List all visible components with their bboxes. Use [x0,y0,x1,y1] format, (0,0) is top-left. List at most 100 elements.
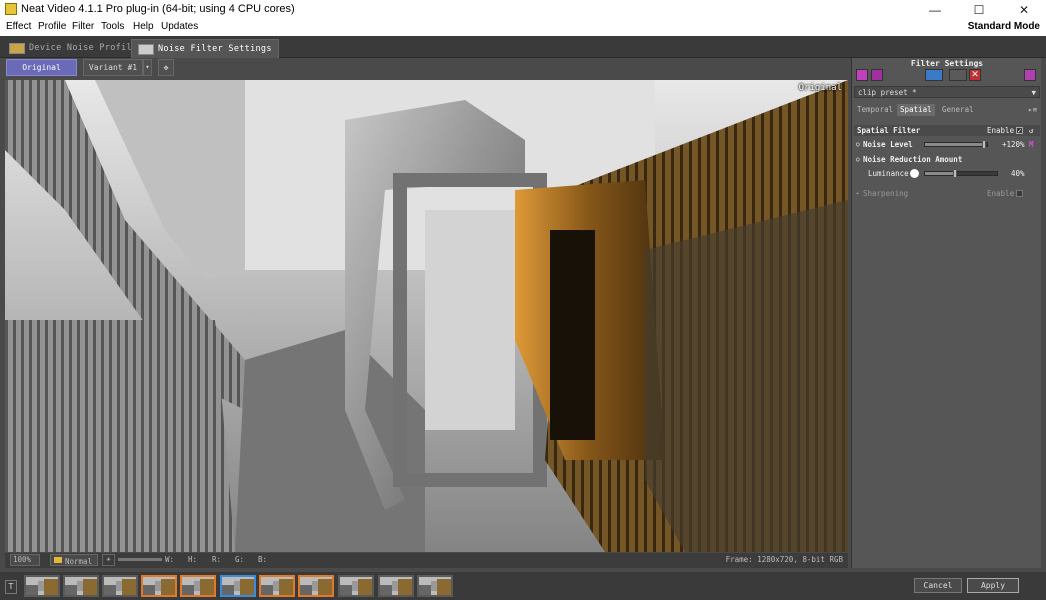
info-icon[interactable] [1024,69,1036,81]
menu-help[interactable]: Help [133,21,154,32]
viewer-status-bar: 100% Normal ☀ W: H: R: G: B: Frame: 1280… [5,553,848,568]
save-preset-icon[interactable] [871,69,883,81]
luminance-dot-icon [910,169,919,178]
nra-label: Noise Reduction Amount [863,155,963,164]
bullet-icon: ○ [856,156,860,163]
cancel-button[interactable]: Cancel [914,578,962,593]
menu-bar: Effect Profile Filter Tools Help Updates… [0,20,1046,36]
sharpening-label: Sharpening [863,189,909,198]
menu-profile[interactable]: Profile [38,21,66,32]
sharpening-enable-checkbox[interactable] [1016,190,1023,197]
frame-thumbnail[interactable] [63,575,99,597]
frame-thumbnail[interactable] [298,575,334,597]
frame-thumbnail[interactable] [259,575,295,597]
noise-level-m[interactable]: M [1029,139,1034,150]
app-icon [5,3,17,15]
mode-label[interactable]: Standard Mode [968,21,1040,32]
title-bar: Neat Video 4.1.1 Pro plug-in (64-bit; us… [0,0,1046,20]
menu-updates[interactable]: Updates [161,21,198,32]
sharpening-enable-label: Enable [987,189,1015,198]
frame-thumbnail[interactable] [220,575,256,597]
variant-dropdown-icon[interactable]: ▾ [143,59,152,76]
maximize-button[interactable]: ☐ [957,0,1001,20]
apply-button[interactable]: Apply [967,578,1019,593]
spatial-filter-row: Spatial Filter Enable ✓ ↺ [854,125,1040,136]
thumbnail-image [26,577,58,595]
zoom-select[interactable]: 100% [10,554,40,566]
g-label: G: [235,555,245,564]
load-preset-icon[interactable] [856,69,868,81]
frame-thumbnail[interactable] [24,575,60,597]
thumbnail-image [65,577,97,595]
spatial-filter-enable-checkbox[interactable]: ✓ [1016,127,1023,135]
h-label: H: [188,555,198,564]
paste-settings-icon[interactable] [949,69,967,81]
noise-level-slider[interactable] [924,140,988,149]
luminance-knob[interactable] [952,169,957,178]
main-tabs: Device Noise Profile Noise Filter Settin… [0,36,1046,58]
frame-thumbnail[interactable] [338,575,374,597]
sharpening-row: ▸ Sharpening Enable [854,188,1040,199]
frame-info: Frame: 1280x720, 8-bit RGB [725,555,843,564]
more-tabs-icon[interactable]: ▸≡ [1025,104,1040,116]
panel-title: Filter Settings [910,59,984,68]
menu-effect[interactable]: Effect [6,21,31,32]
thumbnail-image [300,577,332,595]
noise-level-knob[interactable] [981,140,986,149]
frame-thumbnail[interactable] [417,575,453,597]
preset-select[interactable]: clip preset * ▼ [854,86,1040,98]
filter-icon [138,44,154,55]
folder-icon [54,557,62,563]
thumbnail-image [104,577,136,595]
tab-temporal[interactable]: Temporal [854,104,896,116]
variant-button[interactable]: Variant #1 [83,59,143,76]
preview-image [5,80,848,552]
thumbnail-image [182,577,214,595]
reset-arrow-icon[interactable]: ↺ [1029,125,1034,136]
expand-icon[interactable]: ▸ [856,188,860,199]
enable-label: Enable [987,126,1015,135]
thumbnail-image [222,577,254,595]
original-button[interactable]: Original [6,59,77,76]
w-label: W: [165,555,175,564]
tab-general[interactable]: General [939,104,977,116]
preview-viewport[interactable]: Original [5,80,848,552]
original-overlay-label: Original [798,83,842,93]
b-label: B: [258,555,268,564]
tab-device-noise-profile[interactable]: Device Noise Profile [3,39,143,58]
bottom-bar: T Cancel Apply [0,572,1046,600]
blend-mode-select[interactable]: Normal [50,554,98,566]
luminance-fill [925,172,954,175]
blend-mode-label: Normal [65,557,93,566]
frame-thumbnail[interactable] [141,575,177,597]
menu-filter[interactable]: Filter [72,21,94,32]
timeline-toggle-icon[interactable]: T [5,580,17,594]
luminance-row: Luminance 40% [854,168,1040,179]
filter-settings-panel: Filter Settings ✕ clip preset * ▼ Tempor… [851,58,1041,568]
thumbnail-image [419,577,451,595]
menu-tools[interactable]: Tools [101,21,124,32]
copy-settings-icon[interactable] [925,69,943,81]
thumbnail-image [261,577,293,595]
brightness-icon[interactable]: ☀ [102,554,115,566]
preset-value: clip preset * [858,88,917,97]
spatial-filter-label: Spatial Filter [857,126,921,135]
frame-thumbnail[interactable] [180,575,216,597]
luminance-label: Luminance [868,169,909,178]
nra-row: ○ Noise Reduction Amount [854,154,1040,165]
tab-label: Noise Filter Settings [158,44,272,54]
compare-icon[interactable]: ✥ [158,59,174,76]
reset-icon[interactable]: ✕ [969,69,981,81]
luminance-value: 40% [1011,169,1025,178]
luminance-slider[interactable] [924,169,998,178]
close-button[interactable]: ✕ [1002,0,1046,20]
tab-noise-filter-settings[interactable]: Noise Filter Settings [131,39,279,58]
frame-thumbnail[interactable] [378,575,414,597]
frame-thumbnail[interactable] [102,575,138,597]
brightness-slider[interactable] [118,558,162,561]
tab-spatial[interactable]: Spatial [897,104,935,116]
tab-label: Device Noise Profile [29,43,138,53]
noise-level-fill [925,143,983,146]
thumbnail-image [340,577,372,595]
minimize-button[interactable]: — [913,0,957,20]
